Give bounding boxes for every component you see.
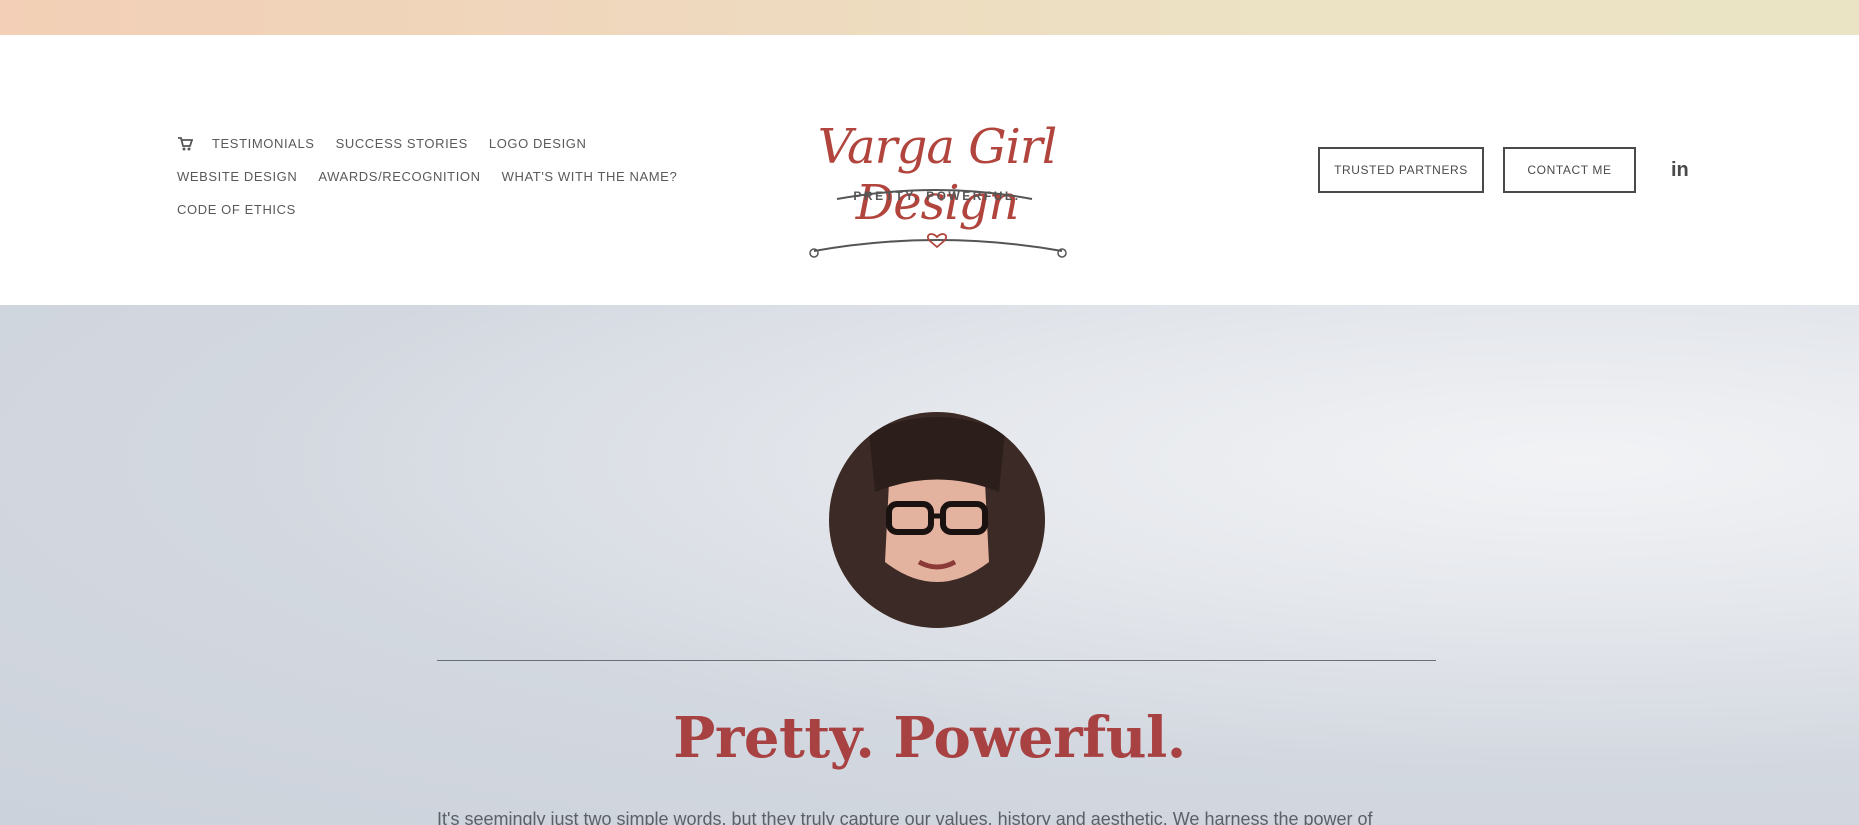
nav-code-of-ethics[interactable]: CODE OF ETHICS [177,202,296,217]
site-header: TESTIMONIALS SUCCESS STORIES LOGO DESIGN… [0,35,1859,305]
trusted-partners-button[interactable]: TRUSTED PARTNERS [1318,147,1484,193]
hero-title: Pretty. Powerful. [673,705,1186,771]
nav-whats-with-the-name[interactable]: WHAT'S WITH THE NAME? [502,169,678,184]
hero-section: Pretty. Powerful. It's seemingly just tw… [0,305,1859,825]
nav-success-stories[interactable]: SUCCESS STORIES [336,136,468,151]
site-logo[interactable]: Varga Girl Design PRETTY. POWERFUL. [752,105,1122,275]
nav-website-design[interactable]: WEBSITE DESIGN [177,169,297,184]
avatar [829,412,1045,628]
linkedin-icon[interactable]: in [1671,159,1689,182]
nav-row-2: WEBSITE DESIGN AWARDS/RECOGNITION WHAT'S… [177,160,677,193]
hero-divider [437,660,1436,661]
nav-awards-recognition[interactable]: AWARDS/RECOGNITION [318,169,480,184]
hero-text: It's seemingly just two simple words, bu… [437,809,1373,825]
logo-tagline: PRETTY. POWERFUL. [853,189,1021,203]
cart-icon[interactable] [177,136,193,152]
nav-logo-design[interactable]: LOGO DESIGN [489,136,587,151]
nav-row-1: TESTIMONIALS SUCCESS STORIES LOGO DESIGN [177,127,677,160]
top-gradient-band [0,0,1859,35]
logo-swoosh [809,189,1067,258]
nav-testimonials[interactable]: TESTIMONIALS [212,136,315,151]
main-nav: TESTIMONIALS SUCCESS STORIES LOGO DESIGN… [177,127,677,226]
nav-row-3: CODE OF ETHICS [177,193,677,226]
contact-me-button[interactable]: CONTACT ME [1503,147,1636,193]
